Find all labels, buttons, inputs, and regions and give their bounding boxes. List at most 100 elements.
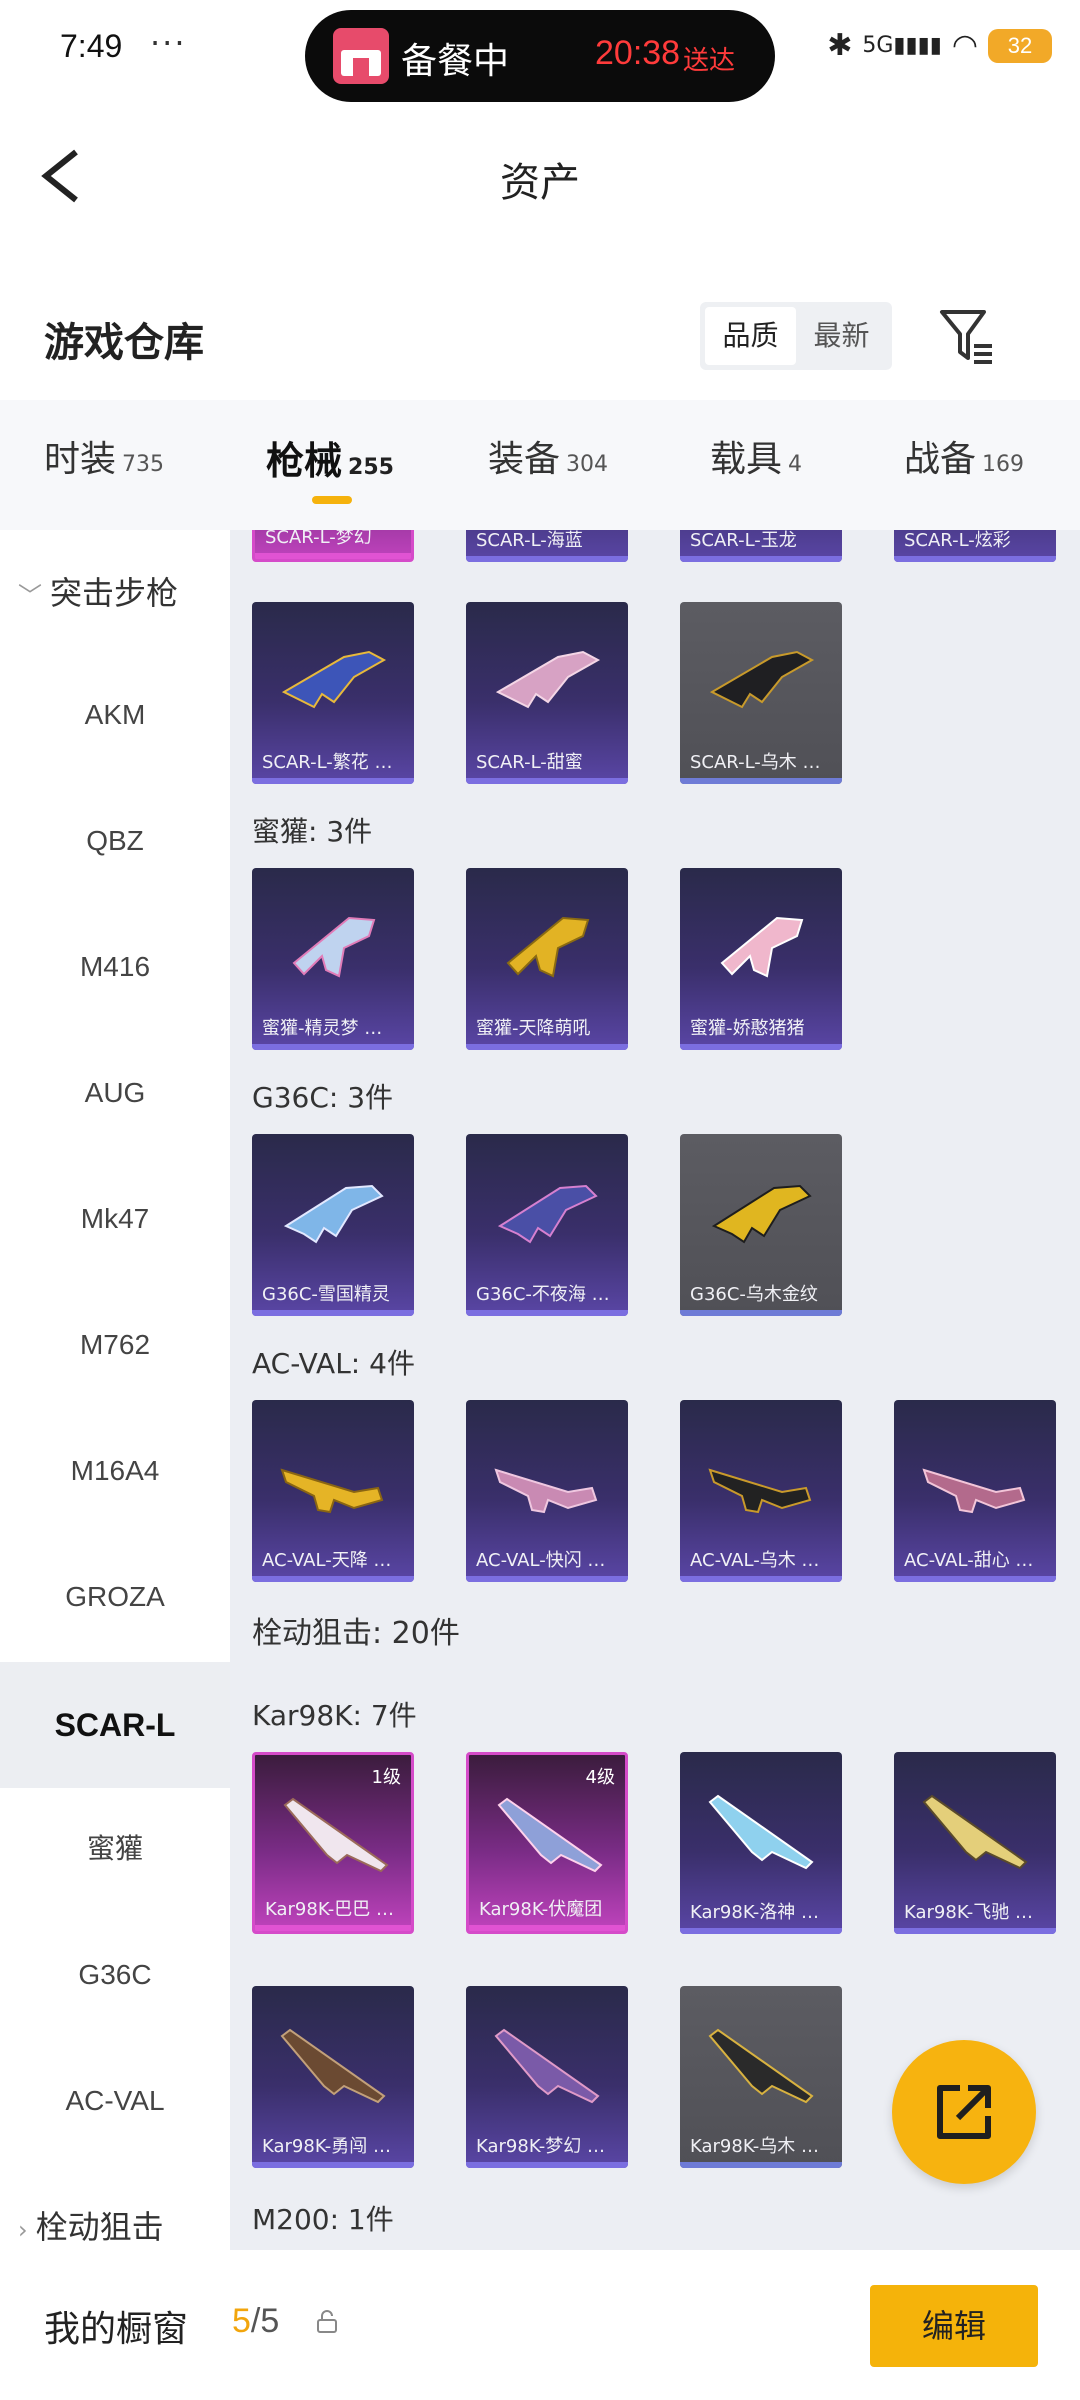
rifle-icon [711, 1184, 812, 1244]
sidebar-item-m416[interactable]: M416 [0, 904, 230, 1030]
weapon-card[interactable]: G36C-雪国精灵 [252, 1134, 414, 1316]
sidebar-item-g36c[interactable]: G36C [0, 1912, 230, 2038]
lock-icon [317, 2310, 337, 2333]
share-icon [937, 2085, 991, 2139]
rifle-icon [494, 1468, 598, 1514]
sidebar-group-assault-rifle[interactable]: ﹀ 突击步枪 [18, 568, 178, 614]
island-title: 备餐中 [401, 41, 510, 82]
sidebar-item-akm[interactable]: AKM [0, 652, 230, 778]
rifle-icon [280, 1468, 384, 1514]
weapon-card[interactable]: G36C-乌木金纹 [680, 1134, 842, 1316]
section-label-kar98k: Kar98K: 7件 [252, 1699, 417, 1732]
rifle-icon [283, 1184, 384, 1244]
weapon-card[interactable]: SCAR-L-繁花 … [252, 602, 414, 784]
sniper-rifle-icon [280, 2028, 386, 2104]
showcase-bar: 我的橱窗 5/5 编辑 [0, 2250, 1080, 2400]
smg-icon [506, 916, 590, 978]
filter-icon[interactable] [938, 306, 998, 366]
weapon-card[interactable]: SCAR-L-乌木 … [680, 602, 842, 784]
rifle-icon [709, 650, 815, 709]
tab-guns[interactable]: 枪械 255 [266, 430, 394, 485]
island-time-label: 送达 [683, 46, 736, 76]
island-time: 20:38 [595, 34, 681, 72]
tab-battle-gear[interactable]: 战备 169 [904, 430, 1024, 482]
weapon-card[interactable]: Kar98K-勇闯 … [252, 1986, 414, 2168]
weapon-card[interactable]: AC-VAL-乌木 … [680, 1400, 842, 1582]
signal-icon: 5G▮▮▮▮ [862, 33, 942, 58]
weapon-card[interactable]: SCAR-L-炫彩 [894, 530, 1056, 562]
tab-vehicles[interactable]: 载具 4 [710, 430, 802, 482]
weapon-card[interactable]: Kar98K-乌木 … [680, 1986, 842, 2168]
battery-icon: 32 [988, 28, 1052, 63]
status-dots: ··· [150, 24, 187, 62]
section-label-sniper: 栓动狙击: 20件 [252, 1616, 460, 1651]
tab-equipment[interactable]: 装备 304 [488, 430, 608, 482]
weapon-card[interactable]: Kar98K-飞驰 … [894, 1752, 1056, 1934]
weapon-card[interactable]: AC-VAL-快闪 … [466, 1400, 628, 1582]
rifle-icon [495, 650, 601, 709]
sniper-rifle-icon [283, 1797, 389, 1873]
rifle-icon [708, 1468, 812, 1514]
sniper-rifle-icon [494, 2028, 600, 2104]
weapon-card[interactable]: SCAR-L-海蓝 [466, 530, 628, 562]
dynamic-island[interactable]: 备餐中 20:38 送达 [305, 10, 775, 102]
weapon-card[interactable]: G36C-不夜海 … [466, 1134, 628, 1316]
bluetooth-icon: ✱ [827, 28, 853, 63]
weapon-card[interactable]: 蜜獾-精灵梦 … [252, 868, 414, 1050]
section-label-g36c: G36C: 3件 [252, 1081, 394, 1114]
showcase-count: 5/5 [232, 2302, 280, 2340]
warehouse-title: 游戏仓库 [44, 320, 204, 366]
weapon-card[interactable]: 1级 Kar98K-巴巴 … [252, 1752, 414, 1934]
share-button[interactable] [892, 2040, 1036, 2184]
weapon-card[interactable]: 蜜獾-天降萌吼 [466, 868, 628, 1050]
weapon-card[interactable]: SCAR-L-梦幻 [252, 530, 414, 562]
category-tabs: 时装 735 枪械 255 装备 304 载具 4 战备 169 [0, 400, 1080, 530]
weapon-grid: SCAR-L-梦幻 SCAR-L-海蓝 SCAR-L-玉龙 SCAR-L-炫彩 … [230, 530, 1080, 2250]
sidebar-item-qbz[interactable]: QBZ [0, 778, 230, 904]
nav-bar: 资产 [0, 110, 1080, 240]
sidebar-item-scar-l[interactable]: SCAR-L [0, 1662, 230, 1788]
chevron-right-icon: › [18, 2216, 28, 2244]
sidebar-item-groza[interactable]: GROZA [0, 1534, 230, 1660]
sort-latest-button[interactable]: 最新 [796, 307, 887, 365]
sidebar-item-mihuan[interactable]: 蜜獾 [0, 1786, 230, 1912]
status-time: 7:49 [60, 28, 123, 64]
weapon-card[interactable]: SCAR-L-甜蜜 [466, 602, 628, 784]
sniper-rifle-icon [708, 2028, 814, 2104]
sort-quality-button[interactable]: 品质 [705, 307, 796, 365]
smg-icon [720, 916, 804, 978]
store-icon [333, 28, 389, 84]
section-label-mihuan: 蜜獾: 3件 [252, 815, 373, 848]
edit-button[interactable]: 编辑 [870, 2285, 1038, 2367]
weapon-card[interactable]: AC-VAL-天降 … [252, 1400, 414, 1582]
weapon-sidebar: ﹀ 突击步枪 AKM QBZ M416 AUG Mk47 M762 M16A4 G… [0, 530, 230, 2250]
sidebar-item-aug[interactable]: AUG [0, 1030, 230, 1156]
chevron-down-icon: ﹀ [18, 582, 42, 610]
sniper-rifle-icon [497, 1797, 603, 1873]
page-title: 资产 [500, 160, 580, 206]
weapon-card[interactable]: Kar98K-洛神 … [680, 1752, 842, 1934]
sniper-rifle-icon [708, 1794, 814, 1870]
section-label-acval: AC-VAL: 4件 [252, 1347, 415, 1380]
sidebar-item-ac-val[interactable]: AC-VAL [0, 2038, 230, 2164]
rifle-icon [497, 1184, 598, 1244]
weapon-card[interactable]: Kar98K-梦幻 … [466, 1986, 628, 2168]
sidebar-group-bolt-sniper[interactable]: › 栓动狙击 [18, 2202, 164, 2248]
status-bar: 7:49 ··· 备餐中 20:38 送达 ✱ 5G▮▮▮▮ ◠ 32 [0, 0, 1080, 102]
status-icons: ✱ 5G▮▮▮▮ ◠ 32 [827, 28, 1052, 63]
rifle-icon [281, 650, 387, 709]
weapon-card[interactable]: 蜜獾-娇憨猪猪 [680, 868, 842, 1050]
wifi-icon: ◠ [951, 28, 978, 63]
rifle-icon [922, 1468, 1026, 1514]
section-label-m200: M200: 1件 [252, 2203, 394, 2236]
weapon-card[interactable]: SCAR-L-玉龙 [680, 530, 842, 562]
sidebar-item-m16a4[interactable]: M16A4 [0, 1408, 230, 1534]
weapon-card[interactable]: 4级 Kar98K-伏魔团 [466, 1752, 628, 1934]
sidebar-item-mk47[interactable]: Mk47 [0, 1156, 230, 1282]
weapon-card[interactable]: AC-VAL-甜心 … [894, 1400, 1056, 1582]
showcase-label: 我的橱窗 [44, 2309, 189, 2350]
sidebar-item-m762[interactable]: M762 [0, 1282, 230, 1408]
tab-fashion[interactable]: 时装 735 [44, 430, 164, 482]
sort-toggle: 品质 最新 [700, 302, 892, 370]
smg-icon [292, 916, 376, 978]
